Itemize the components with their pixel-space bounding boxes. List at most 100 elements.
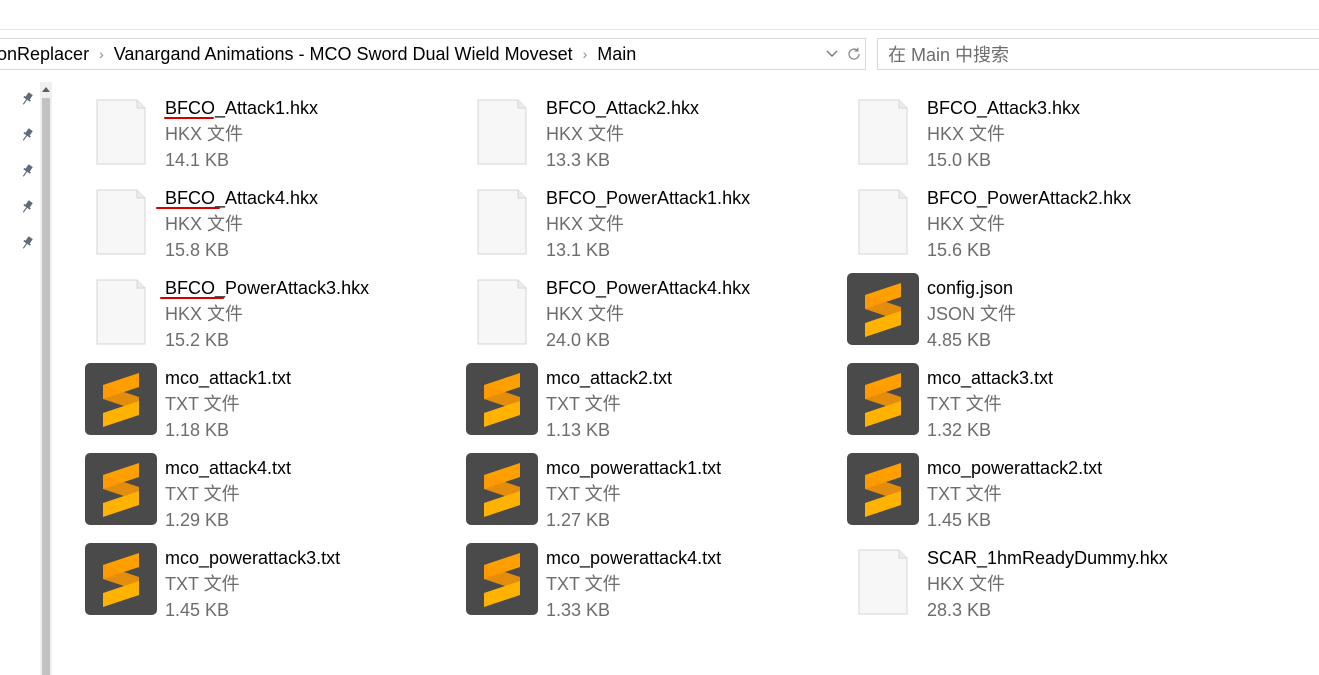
pin-icon[interactable] [18, 234, 36, 252]
breadcrumb-separator-icon[interactable]: › [579, 46, 598, 62]
file-item[interactable]: mco_attack1.txt TXT 文件 1.18 KB [85, 363, 455, 443]
file-item[interactable]: mco_attack3.txt TXT 文件 1.32 KB [847, 363, 1217, 443]
file-type: HKX 文件 [927, 574, 1006, 594]
file-item[interactable]: SCAR_1hmReadyDummy.hkx HKX 文件 28.3 KB [847, 543, 1217, 623]
file-size: 13.3 KB [546, 150, 611, 170]
file-item[interactable]: BFCO_PowerAttack1.hkx HKX 文件 13.1 KB [466, 183, 836, 263]
file-item[interactable]: mco_powerattack2.txt TXT 文件 1.45 KB [847, 453, 1217, 533]
file-size: 15.6 KB [927, 240, 992, 260]
file-name: mco_powerattack3.txt [165, 548, 341, 568]
search-placeholder: 在 Main 中搜索 [888, 45, 1010, 65]
file-item[interactable]: BFCO_Attack4.hkx HKX 文件 15.8 KB [85, 183, 455, 263]
file-type: TXT 文件 [546, 394, 621, 414]
file-item[interactable]: mco_powerattack1.txt TXT 文件 1.27 KB [466, 453, 836, 533]
file-name: BFCO_PowerAttack1.hkx [546, 188, 751, 208]
vertical-scrollbar[interactable] [40, 82, 52, 675]
sublime-text-icon [847, 363, 927, 443]
file-type: TXT 文件 [165, 484, 240, 504]
scroll-up-button[interactable] [40, 82, 52, 96]
file-name: BFCO_Attack3.hkx [927, 98, 1081, 118]
address-dropdown-button[interactable] [821, 39, 843, 69]
blank-file-icon [466, 273, 546, 353]
sublime-text-icon [85, 543, 165, 623]
sublime-text-icon [466, 453, 546, 533]
file-item[interactable]: BFCO_PowerAttack3.hkx HKX 文件 15.2 KB [85, 273, 455, 353]
pin-icon[interactable] [18, 90, 36, 108]
file-type: TXT 文件 [165, 394, 240, 414]
file-type: HKX 文件 [165, 214, 244, 234]
file-item[interactable]: mco_powerattack4.txt TXT 文件 1.33 KB [466, 543, 836, 623]
file-name: SCAR_1hmReadyDummy.hkx [927, 548, 1168, 568]
refresh-icon [848, 47, 860, 60]
refresh-button[interactable] [843, 39, 865, 69]
sublime-text-icon [466, 363, 546, 443]
blank-file-icon [466, 93, 546, 173]
file-size: 1.18 KB [165, 420, 230, 440]
sublime-text-icon [847, 453, 927, 533]
caret-up-icon [42, 87, 50, 92]
navigation-pane [0, 80, 40, 675]
file-type: TXT 文件 [927, 484, 1002, 504]
file-name: mco_attack3.txt [927, 368, 1054, 388]
file-name: mco_powerattack2.txt [927, 458, 1103, 478]
file-size: 15.8 KB [165, 240, 230, 260]
breadcrumb-item[interactable]: Vanargand Animations - MCO Sword Dual Wi… [114, 44, 579, 65]
file-type: HKX 文件 [165, 124, 244, 144]
blank-file-icon [85, 183, 165, 263]
file-item[interactable]: BFCO_Attack1.hkx HKX 文件 14.1 KB [85, 93, 455, 173]
file-size: 4.85 KB [927, 330, 992, 350]
file-size: 1.13 KB [546, 420, 611, 440]
pin-icon[interactable] [18, 198, 36, 216]
file-name: mco_attack4.txt [165, 458, 292, 478]
file-item[interactable]: mco_attack4.txt TXT 文件 1.29 KB [85, 453, 455, 533]
file-name: config.json [927, 278, 1014, 298]
file-item[interactable]: BFCO_PowerAttack2.hkx HKX 文件 15.6 KB [847, 183, 1217, 263]
blank-file-icon [85, 93, 165, 173]
file-type: TXT 文件 [546, 574, 621, 594]
breadcrumb-item[interactable]: onReplacer [0, 44, 95, 65]
address-bar[interactable]: onReplacer › Vanargand Animations - MCO … [0, 38, 866, 70]
sublime-text-icon [847, 273, 927, 353]
file-name: BFCO_Attack2.hkx [546, 98, 700, 118]
file-size: 13.1 KB [546, 240, 611, 260]
file-type: TXT 文件 [546, 484, 621, 504]
breadcrumb-item[interactable]: Main [597, 44, 642, 65]
file-size: 1.32 KB [927, 420, 992, 440]
file-size: 14.1 KB [165, 150, 230, 170]
red-annotation-underline [160, 297, 224, 299]
breadcrumb-separator-icon[interactable]: › [95, 46, 114, 62]
file-item[interactable]: BFCO_PowerAttack4.hkx HKX 文件 24.0 KB [466, 273, 836, 353]
file-size: 24.0 KB [546, 330, 611, 350]
file-item[interactable]: BFCO_Attack3.hkx HKX 文件 15.0 KB [847, 93, 1217, 173]
search-input[interactable]: 在 Main 中搜索 [877, 38, 1319, 70]
red-annotation-underline [164, 117, 214, 119]
file-type: HKX 文件 [546, 304, 625, 324]
file-size: 15.0 KB [927, 150, 992, 170]
file-item[interactable]: BFCO_Attack2.hkx HKX 文件 13.3 KB [466, 93, 836, 173]
blank-file-icon [466, 183, 546, 263]
file-type: HKX 文件 [927, 124, 1006, 144]
file-item[interactable]: mco_attack2.txt TXT 文件 1.13 KB [466, 363, 836, 443]
file-type: JSON 文件 [927, 304, 1017, 324]
file-type: TXT 文件 [927, 394, 1002, 414]
file-size: 15.2 KB [165, 330, 230, 350]
file-type: HKX 文件 [165, 304, 244, 324]
file-size: 28.3 KB [927, 600, 992, 620]
pin-icon[interactable] [18, 126, 36, 144]
file-name: BFCO_PowerAttack4.hkx [546, 278, 751, 298]
file-item[interactable]: mco_powerattack3.txt TXT 文件 1.45 KB [85, 543, 455, 623]
pin-icon[interactable] [18, 162, 36, 180]
blank-file-icon [85, 273, 165, 353]
blank-file-icon [847, 183, 927, 263]
scroll-thumb[interactable] [42, 98, 50, 675]
sublime-text-icon [85, 453, 165, 533]
blank-file-icon [847, 93, 927, 173]
file-type: HKX 文件 [927, 214, 1006, 234]
sublime-text-icon [466, 543, 546, 623]
file-item[interactable]: config.json JSON 文件 4.85 KB [847, 273, 1217, 353]
file-type: TXT 文件 [165, 574, 240, 594]
file-size: 1.29 KB [165, 510, 230, 530]
file-name: mco_powerattack1.txt [546, 458, 722, 478]
blank-file-icon [847, 543, 927, 623]
chevron-down-icon [826, 50, 838, 57]
